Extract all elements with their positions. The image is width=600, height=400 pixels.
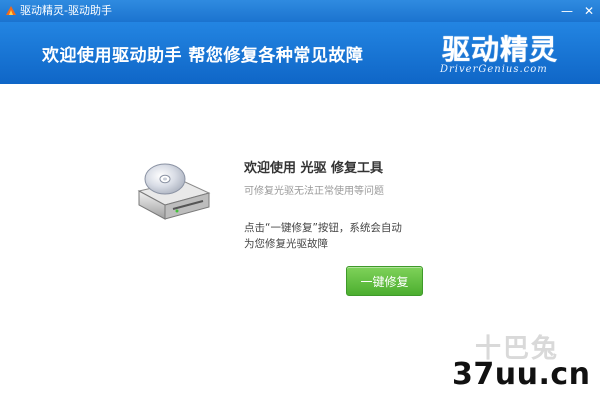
minimize-button[interactable]: —	[556, 0, 578, 22]
logo-english-text: DriverGenius.com	[440, 64, 548, 75]
app-window: 驱动精灵-驱动助手 — ✕ 欢迎使用驱动助手 帮您修复各种常见故障 驱动精灵 D…	[0, 0, 600, 400]
close-button[interactable]: ✕	[578, 0, 600, 22]
title-bar[interactable]: 驱动精灵-驱动助手 — ✕	[0, 0, 600, 22]
window-title: 驱动精灵-驱动助手	[20, 4, 112, 17]
watermark-site: 37uu.cn	[452, 357, 591, 392]
brand-logo: 驱动精灵 DriverGenius.com	[432, 28, 582, 80]
logo-chinese-text: 驱动精灵	[442, 33, 559, 66]
tool-subtitle: 可修复光驱无法正常使用等问题	[244, 186, 384, 197]
header-banner: 欢迎使用驱动助手 帮您修复各种常见故障 驱动精灵 DriverGenius.co…	[0, 22, 600, 84]
one-click-fix-button[interactable]: 一键修复	[346, 266, 423, 296]
banner-headline: 欢迎使用驱动助手 帮您修复各种常见故障	[42, 46, 364, 66]
optical-drive-icon	[137, 163, 211, 220]
instruction-text-line2: 为您修复光驱故障	[244, 238, 328, 250]
window-controls: — ✕	[556, 0, 600, 22]
app-logo-icon	[6, 6, 16, 15]
tool-title: 欢迎使用 光驱 修复工具	[244, 161, 384, 176]
instruction-text-line1: 点击“一键修复”按钮，系统会自动	[244, 222, 402, 234]
